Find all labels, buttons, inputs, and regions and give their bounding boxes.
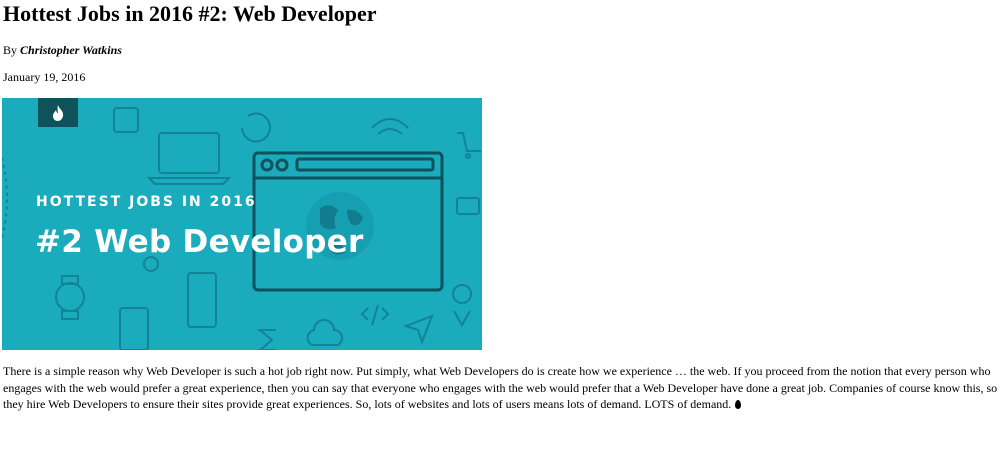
byline: By Christopher Watkins <box>3 43 122 58</box>
article-title: Hottest Jobs in 2016 #2: Web Developer <box>3 1 377 26</box>
flame-icon <box>53 104 64 121</box>
hero-title: #2 Web Developer <box>35 224 364 260</box>
publish-date: January 19, 2016 <box>3 70 86 84</box>
hero-image: HOTTEST JOBS IN 2016 #2 Web Developer <box>2 98 482 350</box>
article-body-text: There is a simple reason why Web Develop… <box>3 364 998 411</box>
author-name[interactable]: Christopher Watkins <box>20 43 122 57</box>
byline-prefix: By <box>3 43 18 57</box>
flame-icon <box>735 400 742 409</box>
hero-kicker: HOTTEST JOBS IN 2016 <box>36 194 257 210</box>
article-body: There is a simple reason why Web Develop… <box>3 363 1003 413</box>
flame-badge <box>38 98 78 127</box>
